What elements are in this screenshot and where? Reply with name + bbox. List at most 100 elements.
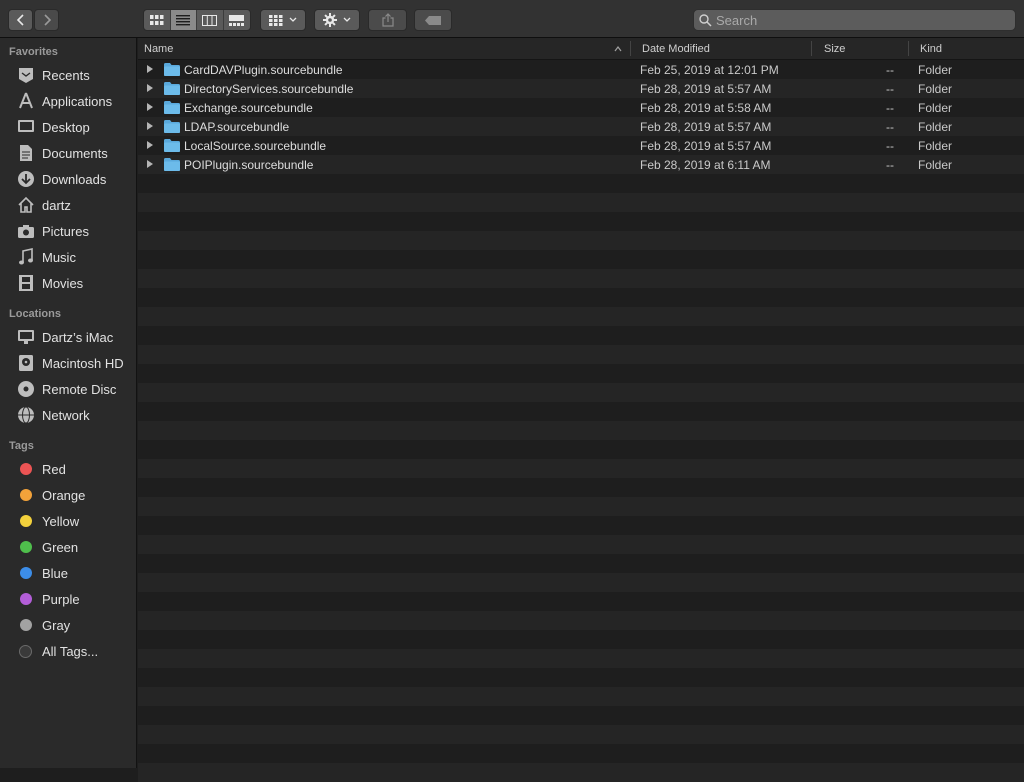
- tag-dot-icon: [19, 593, 32, 605]
- empty-row: [138, 592, 1024, 611]
- sidebar-item-tag-orange[interactable]: Orange: [16, 484, 134, 506]
- file-row[interactable]: LDAP.sourcebundle Feb 28, 2019 at 5:57 AM…: [138, 117, 1024, 136]
- disclosure-triangle-icon[interactable]: [147, 103, 153, 111]
- sidebar-item-downloads[interactable]: Downloads: [16, 168, 134, 190]
- sidebar-item-label: Blue: [42, 565, 69, 581]
- tags-button[interactable]: [414, 9, 452, 31]
- sidebar-item-macintosh-hd[interactable]: Macintosh HD: [16, 352, 134, 374]
- gallery-icon: [229, 14, 245, 26]
- music-note-icon: [16, 248, 35, 266]
- tag-dot-icon: [19, 463, 32, 475]
- sidebar-item-label: Remote Disc: [42, 381, 117, 397]
- sidebar-item-tag-red[interactable]: Red: [16, 458, 134, 480]
- file-date-modified: Feb 28, 2019 at 5:58 AM: [640, 101, 772, 115]
- sidebar-item-recents[interactable]: Recents: [16, 64, 134, 86]
- column-divider[interactable]: [811, 41, 812, 56]
- sidebar: Favorites Recents Applications Desktop D…: [0, 38, 137, 768]
- gallery-view-button[interactable]: [224, 10, 250, 30]
- group-by-button[interactable]: [260, 9, 306, 31]
- sidebar-item-tag-purple[interactable]: Purple: [16, 588, 134, 610]
- folder-icon: [164, 120, 180, 133]
- search-field[interactable]: [693, 9, 1016, 31]
- file-name: POIPlugin.sourcebundle: [184, 158, 314, 172]
- file-row[interactable]: POIPlugin.sourcebundle Feb 28, 2019 at 6:…: [138, 155, 1024, 174]
- chevron-up-icon: [614, 46, 622, 52]
- column-view-button[interactable]: [197, 10, 224, 30]
- sidebar-item-movies[interactable]: Movies: [16, 272, 134, 294]
- empty-row: [138, 383, 1024, 402]
- back-button[interactable]: [8, 9, 33, 31]
- column-header-kind[interactable]: Kind: [920, 38, 942, 59]
- empty-row: [138, 269, 1024, 288]
- hard-drive-icon: [16, 354, 35, 372]
- file-kind: Folder: [918, 120, 953, 134]
- file-row[interactable]: LocalSource.sourcebundle Feb 28, 2019 at …: [138, 136, 1024, 155]
- imac-icon: [16, 328, 35, 346]
- tag-icon: [425, 15, 441, 25]
- column-header-size[interactable]: Size: [824, 38, 845, 59]
- column-header-name[interactable]: Name: [144, 38, 173, 59]
- sidebar-item-dartz[interactable]: dartz: [16, 194, 134, 216]
- applications-icon: [16, 92, 35, 110]
- disclosure-triangle-icon[interactable]: [147, 160, 153, 168]
- clock-icon: [16, 66, 35, 84]
- sidebar-item-label: Gray: [42, 617, 71, 633]
- column-divider[interactable]: [908, 41, 909, 56]
- folder-icon: [164, 82, 180, 95]
- file-kind: Folder: [918, 139, 953, 153]
- disclosure-triangle-icon[interactable]: [147, 84, 153, 92]
- sidebar-item-tag-blue[interactable]: Blue: [16, 562, 134, 584]
- share-button[interactable]: [368, 9, 407, 31]
- search-input[interactable]: [712, 11, 1015, 29]
- view-mode-control: [143, 9, 251, 31]
- disclosure-triangle-icon[interactable]: [147, 141, 153, 149]
- sidebar-item-label: Green: [42, 539, 79, 555]
- empty-row: [138, 288, 1024, 307]
- file-rows: CardDAVPlugin.sourcebundle Feb 25, 2019 a…: [138, 60, 1024, 782]
- empty-row: [138, 212, 1024, 231]
- sidebar-item-label: Orange: [42, 487, 86, 503]
- sidebar-item-tag-yellow[interactable]: Yellow: [16, 510, 134, 532]
- sidebar-item-tag-green[interactable]: Green: [16, 536, 134, 558]
- sidebar-item-tag-gray[interactable]: Gray: [16, 614, 134, 636]
- sidebar-item-label: Applications: [42, 93, 113, 109]
- disclosure-triangle-icon[interactable]: [147, 122, 153, 130]
- empty-row: [138, 687, 1024, 706]
- file-date-modified: Feb 28, 2019 at 5:57 AM: [640, 139, 772, 153]
- sidebar-item-label: All Tags...: [42, 643, 99, 659]
- action-button[interactable]: [314, 9, 360, 31]
- sidebar-item-applications[interactable]: Applications: [16, 90, 134, 112]
- column-divider[interactable]: [630, 41, 631, 56]
- icon-view-button[interactable]: [144, 10, 171, 30]
- column-header-date-modified[interactable]: Date Modified: [642, 38, 710, 59]
- disclosure-triangle-icon[interactable]: [147, 65, 153, 73]
- sidebar-item-documents[interactable]: Documents: [16, 142, 134, 164]
- forward-button[interactable]: [34, 9, 59, 31]
- folder-icon: [164, 63, 180, 76]
- sidebar-item-label: dartz: [42, 197, 71, 213]
- file-kind: Folder: [918, 63, 953, 77]
- grid-icon: [149, 14, 164, 25]
- sidebar-item-network[interactable]: Network: [16, 404, 134, 426]
- file-row[interactable]: DirectoryServices.sourcebundle Feb 28, 20…: [138, 79, 1024, 98]
- desktop-icon: [16, 118, 35, 136]
- file-row[interactable]: CardDAVPlugin.sourcebundle Feb 25, 2019 a…: [138, 60, 1024, 79]
- sidebar-item-label: Music: [42, 249, 76, 265]
- sidebar-item-dartz-imac[interactable]: Dartz’s iMac: [16, 326, 134, 348]
- columns-icon: [202, 14, 218, 26]
- sidebar-item-label: Red: [42, 461, 66, 477]
- empty-row: [138, 744, 1024, 763]
- file-row[interactable]: Exchange.sourcebundle Feb 28, 2019 at 5:5…: [138, 98, 1024, 117]
- sidebar-item-all-tags[interactable]: All Tags...: [16, 640, 134, 662]
- sidebar-item-desktop[interactable]: Desktop: [16, 116, 134, 138]
- file-name: DirectoryServices.sourcebundle: [184, 82, 354, 96]
- empty-row: [138, 364, 1024, 383]
- list-view-button[interactable]: [170, 10, 197, 30]
- camera-icon: [16, 222, 35, 240]
- empty-row: [138, 668, 1024, 687]
- file-date-modified: Feb 28, 2019 at 5:57 AM: [640, 82, 772, 96]
- sidebar-item-music[interactable]: Music: [16, 246, 134, 268]
- sidebar-item-pictures[interactable]: Pictures: [16, 220, 134, 242]
- empty-row: [138, 231, 1024, 250]
- sidebar-item-remote-disc[interactable]: Remote Disc: [16, 378, 134, 400]
